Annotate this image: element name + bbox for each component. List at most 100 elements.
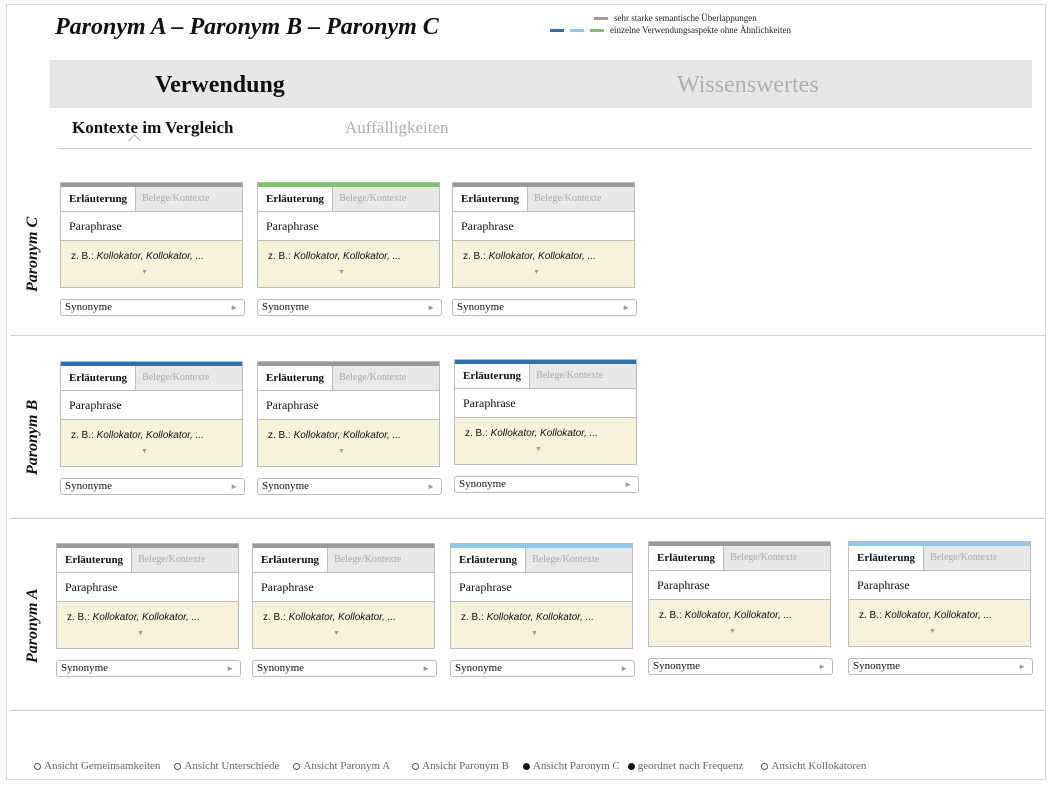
example-prefix: z. B.: <box>659 610 685 621</box>
expand-arrow-icon[interactable]: ▼ <box>141 269 148 276</box>
tab-belege-kontexte[interactable]: Belege/Kontexte <box>530 364 609 388</box>
synonyms-dropdown[interactable]: Synonyme ► <box>452 299 637 316</box>
card-example: z. B.: Kollokator, Kollokator, ... ▼ <box>849 600 1030 646</box>
tab-erlaeuterung[interactable]: Erläuterung <box>253 548 329 572</box>
card-tabs: Erläuterung Belege/Kontexte <box>61 366 242 391</box>
radio-icon[interactable] <box>627 762 635 770</box>
radio-icon[interactable] <box>34 762 41 770</box>
synonyms-dropdown[interactable]: Synonyme ► <box>252 660 437 677</box>
tab-erlaeuterung[interactable]: Erläuterung <box>453 187 529 211</box>
synonyms-label: Synonyme <box>61 662 109 674</box>
tab-belege-kontexte[interactable]: Belege/Kontexte <box>924 546 1003 570</box>
synonyms-label: Synonyme <box>65 480 113 492</box>
expand-arrow-icon[interactable]: ▼ <box>929 628 936 635</box>
expand-arrow-icon[interactable]: ▼ <box>141 448 148 455</box>
card-example: z. B.: Kollokator, Kollokator, ... ▼ <box>61 420 242 466</box>
tab-erlaeuterung[interactable]: Erläuterung <box>258 366 334 390</box>
tab-erlaeuterung[interactable]: Erläuterung <box>649 546 725 570</box>
example-collocators: Kollokator, Kollokator, ... <box>486 612 594 623</box>
tab-erlaeuterung[interactable]: Erläuterung <box>258 187 334 211</box>
row-divider <box>10 518 1046 519</box>
view-option-radio[interactable]: Ansicht Unterschiede <box>174 760 279 772</box>
legend-overlap-label: sehr starke semantische Überlappungen <box>614 13 757 23</box>
radio-label: Ansicht Paronym A <box>303 760 391 772</box>
card-example: z. B.: Kollokator, Kollokator, ... ▼ <box>453 241 634 287</box>
synonyms-dropdown[interactable]: Synonyme ► <box>257 478 442 495</box>
sense-card: Erläuterung Belege/Kontexte Paraphrase z… <box>450 543 633 649</box>
example-prefix: z. B.: <box>268 251 294 262</box>
tab-belege-kontexte[interactable]: Belege/Kontexte <box>526 548 605 572</box>
card-example: z. B.: Kollokator, Kollokator, ... ▼ <box>649 600 830 646</box>
radio-icon[interactable] <box>174 762 182 770</box>
synonyms-dropdown[interactable]: Synonyme ► <box>648 658 833 675</box>
synonyms-dropdown[interactable]: Synonyme ► <box>848 658 1033 675</box>
tab-belege-kontexte[interactable]: Belege/Kontexte <box>333 187 412 211</box>
tab-belege-kontexte[interactable]: Belege/Kontexte <box>132 548 211 572</box>
expand-arrow-icon[interactable]: ▼ <box>535 446 542 453</box>
view-option-radio[interactable]: Ansicht Paronym C <box>522 760 620 772</box>
view-option-radio[interactable]: Ansicht Gemeinsamkeiten <box>34 760 160 772</box>
tab-belege-kontexte[interactable]: Belege/Kontexte <box>528 187 607 211</box>
synonyms-dropdown[interactable]: Synonyme ► <box>60 299 245 316</box>
radio-icon[interactable] <box>293 762 301 770</box>
tab-belege-kontexte[interactable]: Belege/Kontexte <box>333 366 412 390</box>
view-option-radio[interactable]: Ansicht Paronym B <box>412 760 509 772</box>
tab-erlaeuterung[interactable]: Erläuterung <box>849 546 925 570</box>
example-prefix: z. B.: <box>268 430 294 441</box>
tab-erlaeuterung[interactable]: Erläuterung <box>451 548 527 572</box>
view-option-radio[interactable]: Ansicht Kollokatoren <box>761 760 866 772</box>
tab-wissenswertes[interactable]: Wissenswertes <box>677 72 819 99</box>
tab-belege-kontexte[interactable]: Belege/Kontexte <box>724 546 803 570</box>
synonyms-dropdown[interactable]: Synonyme ► <box>450 660 635 677</box>
card-paraphrase: Paraphrase <box>57 573 238 602</box>
card-example: z. B.: Kollokator, Kollokator, ... ▼ <box>455 418 636 464</box>
sense-card: Erläuterung Belege/Kontexte Paraphrase z… <box>56 543 239 649</box>
synonyms-dropdown[interactable]: Synonyme ► <box>454 476 639 493</box>
subtab-kontexte[interactable]: Kontexte im Vergleich <box>72 118 233 138</box>
synonyms-dropdown[interactable]: Synonyme ► <box>56 660 241 677</box>
tab-belege-kontexte[interactable]: Belege/Kontexte <box>136 366 215 390</box>
tab-belege-kontexte[interactable]: Belege/Kontexte <box>328 548 407 572</box>
lightblue-swatch <box>570 28 584 32</box>
card-paraphrase: Paraphrase <box>258 391 439 420</box>
expand-arrow-icon[interactable]: ▼ <box>531 630 538 637</box>
radio-label: Ansicht Paronym C <box>532 760 620 772</box>
dropdown-arrow-icon: ► <box>427 482 435 491</box>
tab-erlaeuterung[interactable]: Erläuterung <box>455 364 531 388</box>
card-tabs: Erläuterung Belege/Kontexte <box>649 546 830 571</box>
expand-arrow-icon[interactable]: ▼ <box>533 269 540 276</box>
expand-arrow-icon[interactable]: ▼ <box>137 630 144 637</box>
card-tabs: Erläuterung Belege/Kontexte <box>453 187 634 212</box>
tab-erlaeuterung[interactable]: Erläuterung <box>61 366 137 390</box>
expand-arrow-icon[interactable]: ▼ <box>333 630 340 637</box>
radio-label: Ansicht Unterschiede <box>184 760 280 772</box>
card-tabs: Erläuterung Belege/Kontexte <box>455 364 636 389</box>
tab-erlaeuterung[interactable]: Erläuterung <box>61 187 137 211</box>
gray-swatch <box>594 16 608 20</box>
example-collocators: Kollokator, Kollokator, ... <box>490 428 598 439</box>
view-option-radio[interactable]: geordnet nach Frequenz <box>627 760 743 772</box>
example-collocators: Kollokator, Kollokator, ... <box>96 430 204 441</box>
radio-icon[interactable] <box>412 762 420 770</box>
synonyms-dropdown[interactable]: Synonyme ► <box>60 478 245 495</box>
synonyms-label: Synonyme <box>853 660 901 672</box>
expand-arrow-icon[interactable]: ▼ <box>338 269 345 276</box>
row-label-paronym-b: Paronym B <box>24 399 41 475</box>
synonyms-dropdown[interactable]: Synonyme ► <box>257 299 442 316</box>
dropdown-arrow-icon: ► <box>422 664 430 673</box>
view-option-radio[interactable]: Ansicht Paronym A <box>293 760 390 772</box>
tab-erlaeuterung[interactable]: Erläuterung <box>57 548 133 572</box>
radio-icon[interactable] <box>761 762 769 770</box>
expand-arrow-icon[interactable]: ▼ <box>338 448 345 455</box>
legend: sehr starke semantische Überlappungen ei… <box>550 12 791 36</box>
subtab-auffaelligkeiten[interactable]: Auffälligkeiten <box>345 118 449 138</box>
expand-arrow-icon[interactable]: ▼ <box>729 628 736 635</box>
card-example: z. B.: Kollokator, Kollokator, ... ▼ <box>57 602 238 648</box>
example-prefix: z. B.: <box>859 610 885 621</box>
tab-belege-kontexte[interactable]: Belege/Kontexte <box>136 187 215 211</box>
radio-icon[interactable] <box>522 762 530 770</box>
tab-verwendung[interactable]: Verwendung <box>155 72 285 99</box>
row-label-paronym-a: Paronym A <box>24 588 41 663</box>
synonyms-label: Synonyme <box>459 478 507 490</box>
card-paraphrase: Paraphrase <box>849 571 1030 600</box>
